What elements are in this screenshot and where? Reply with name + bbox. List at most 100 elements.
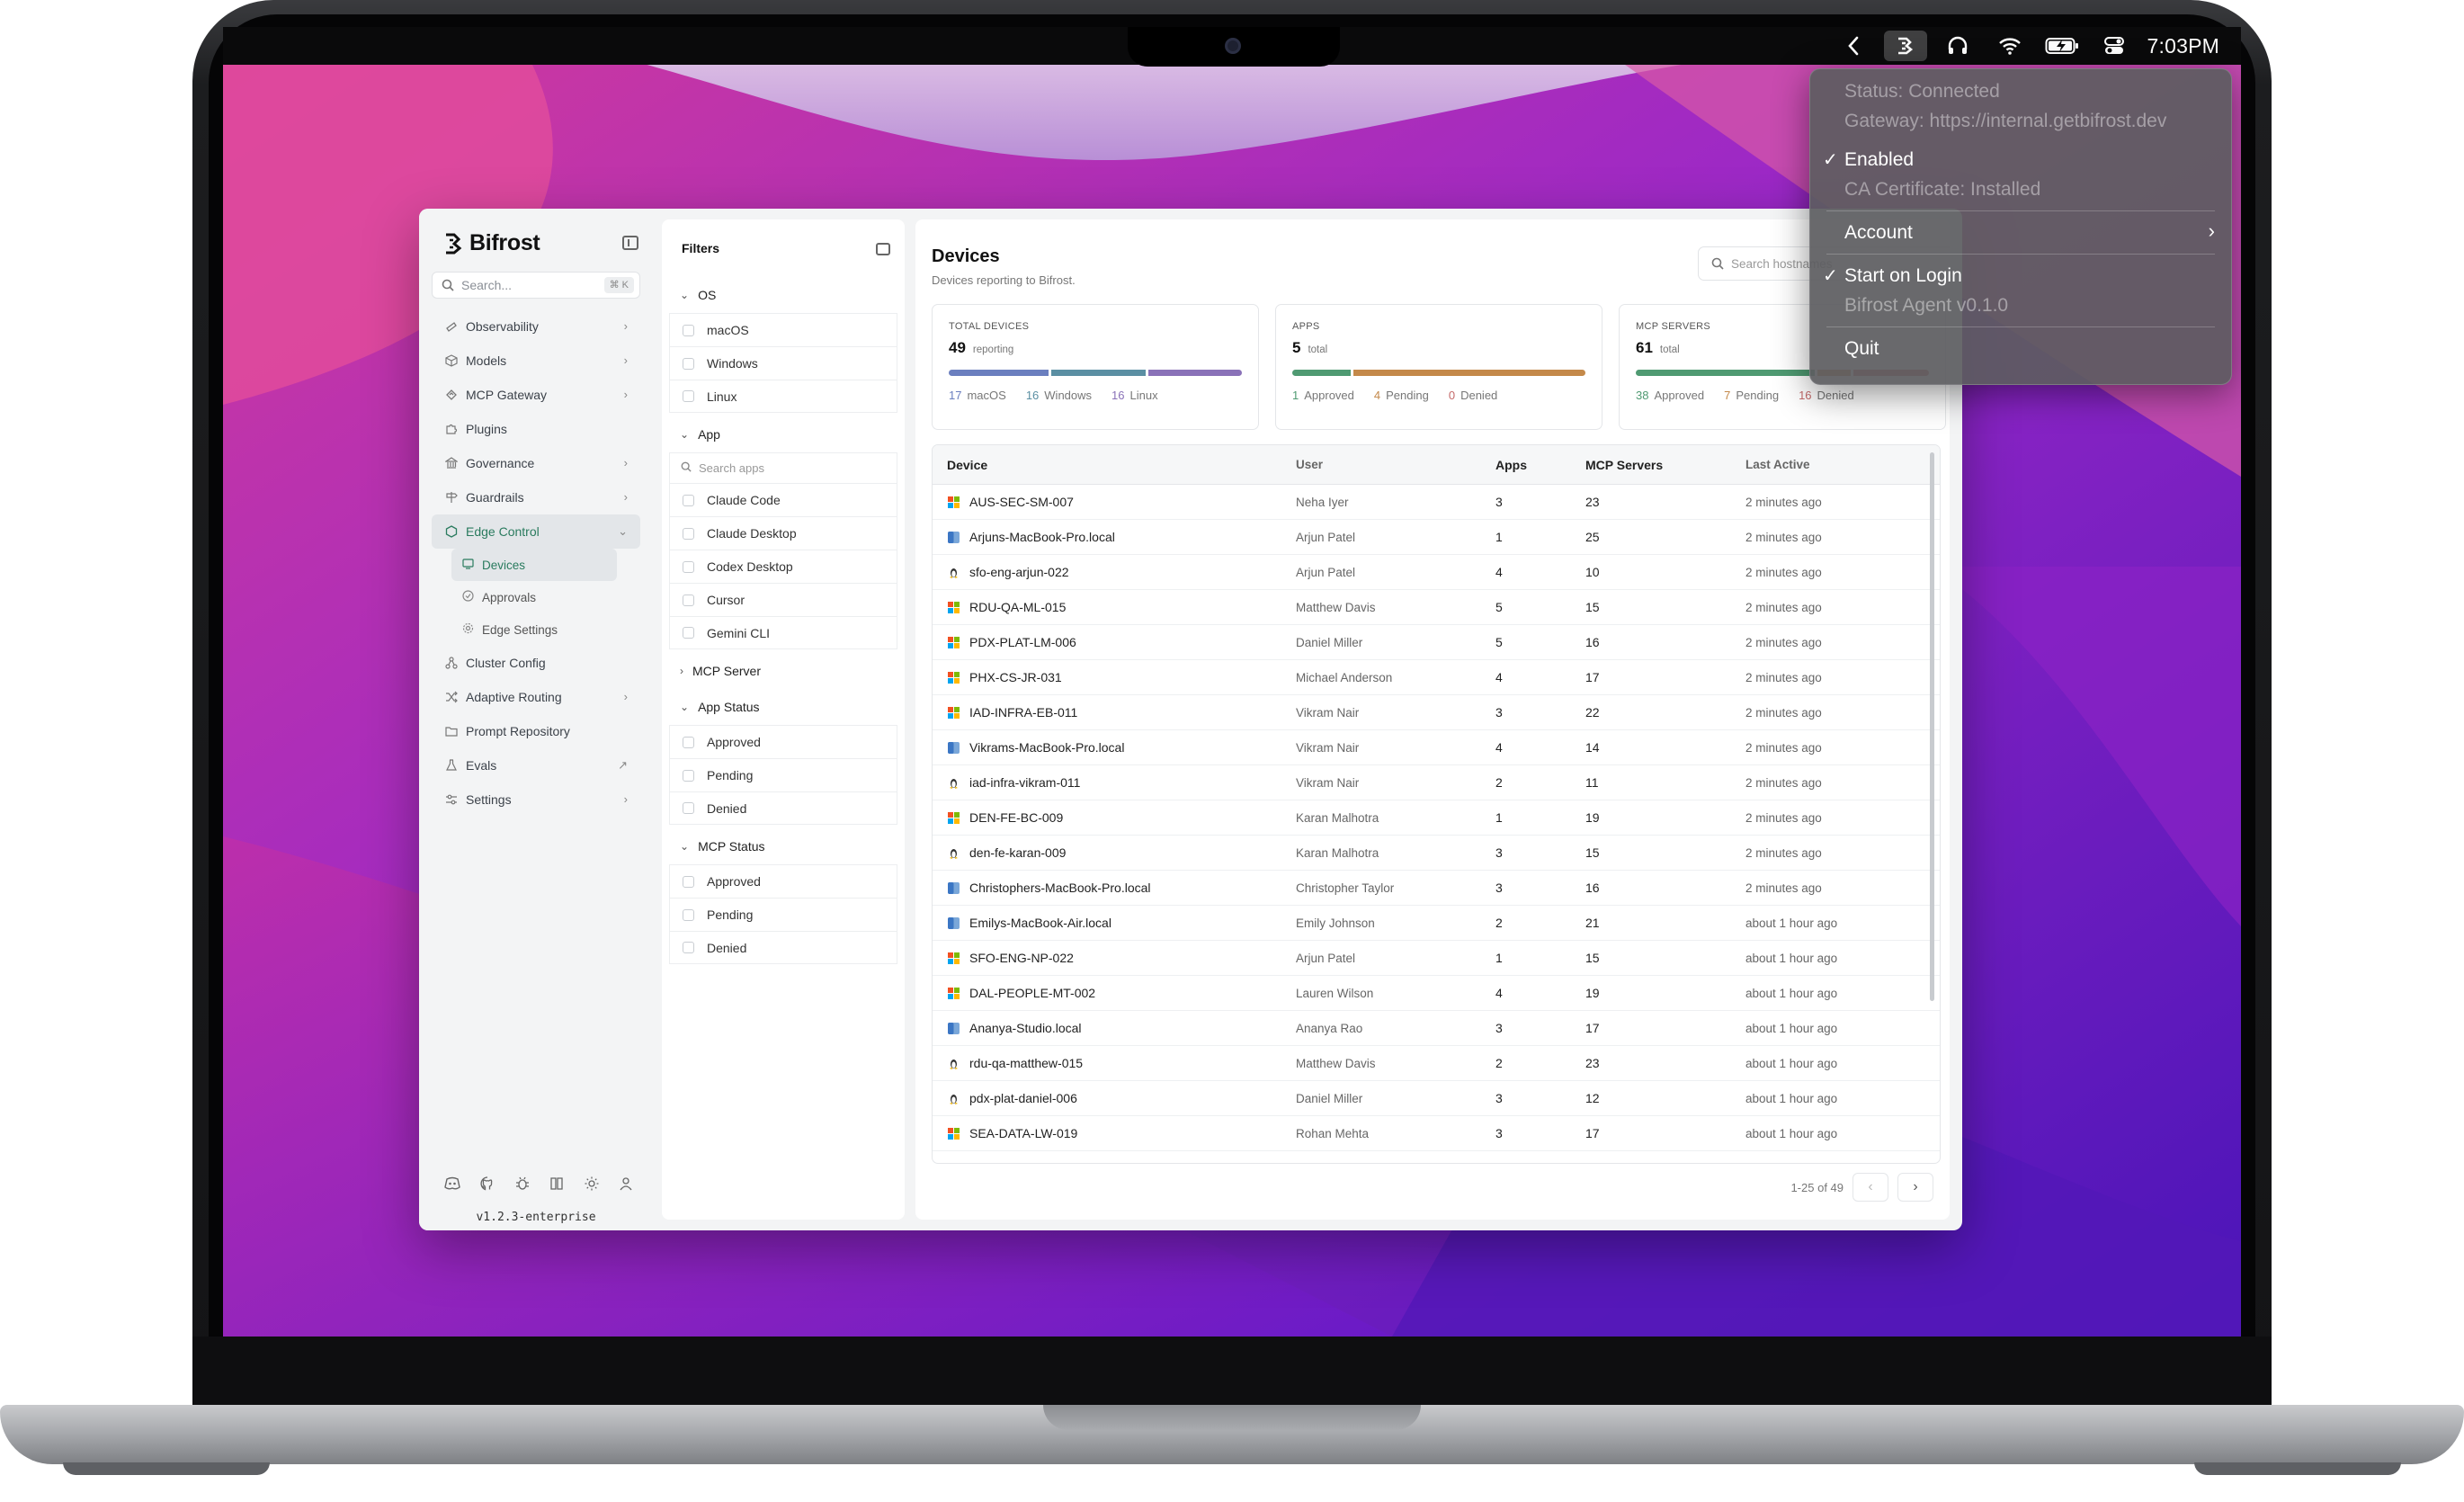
table-row[interactable]: Christophers-MacBook-Pro.local Christophe… — [933, 871, 1940, 906]
filter-group-mcp-server[interactable]: › MCP Server — [669, 653, 897, 689]
checkbox[interactable] — [683, 560, 694, 573]
checkbox[interactable] — [683, 802, 694, 814]
column-header-apps[interactable]: Apps — [1495, 458, 1585, 472]
device-name[interactable]: SEA-DATA-LW-019 — [969, 1126, 1077, 1140]
checkbox[interactable] — [683, 527, 694, 540]
table-row[interactable]: AUS-SEC-SM-007 Neha Iyer 3 23 2 minutes ago — [933, 485, 1940, 520]
sidebar-item-mcp-gateway[interactable]: MCP Gateway › — [432, 378, 640, 412]
checkbox[interactable] — [683, 627, 694, 639]
table-row[interactable]: PDX-PLAT-LM-006 Daniel Miller 5 16 2 minutes… — [933, 625, 1940, 660]
sidebar-item-observability[interactable]: Observability › — [432, 309, 640, 344]
sidebar-item-models[interactable]: Models › — [432, 344, 640, 378]
filter-option-approved[interactable]: Approved — [669, 864, 897, 898]
menu-enabled[interactable]: ✓ Enabled — [1810, 145, 2231, 174]
sidebar-search-input[interactable]: Search... ⌘ K — [432, 272, 640, 299]
brand[interactable]: Bifrost — [444, 230, 540, 256]
sidebar-subitem-approvals[interactable]: Approvals — [451, 581, 617, 613]
filters-collapse-icon[interactable] — [876, 243, 890, 255]
sidebar-item-adaptive-routing[interactable]: Adaptive Routing › — [432, 680, 640, 714]
device-name[interactable]: PDX-PLAT-LM-006 — [969, 635, 1076, 649]
bug-icon[interactable] — [515, 1176, 530, 1195]
device-name[interactable]: AUS-SEC-SM-007 — [969, 495, 1074, 509]
column-header-device[interactable]: Device — [933, 458, 1296, 472]
filter-option-denied[interactable]: Denied — [669, 931, 897, 964]
filter-option-pending[interactable]: Pending — [669, 758, 897, 791]
device-name[interactable]: den-fe-karan-009 — [969, 845, 1066, 860]
checkbox[interactable] — [683, 324, 694, 336]
filter-option-macos[interactable]: macOS — [669, 313, 897, 346]
table-row[interactable]: Ananya-Studio.local Ananya Rao 3 17 about 1 … — [933, 1011, 1940, 1046]
filter-option-linux[interactable]: Linux — [669, 380, 897, 413]
wifi-icon[interactable] — [1984, 27, 2036, 65]
table-row[interactable]: Arjuns-MacBook-Pro.local Arjun Patel 1 25 2 … — [933, 520, 1940, 555]
filter-option-denied[interactable]: Denied — [669, 791, 897, 825]
filter-option-claude-code[interactable]: Claude Code — [669, 483, 897, 516]
device-name[interactable]: DEN-FE-BC-009 — [969, 810, 1063, 825]
table-row[interactable]: RDU-QA-ML-015 Matthew Davis 5 15 2 minutes a… — [933, 590, 1940, 625]
table-row[interactable]: rdu-qa-matthew-015 Matthew Davis 2 23 about … — [933, 1046, 1940, 1081]
battery-charging-icon[interactable] — [2036, 27, 2088, 65]
sidebar-item-prompt-repository[interactable]: Prompt Repository — [432, 714, 640, 748]
filter-group-mcp-status[interactable]: ⌄ MCP Status — [669, 828, 897, 864]
table-row[interactable]: DEN-FE-BC-009 Karan Malhotra 1 19 2 minutes … — [933, 800, 1940, 836]
next-page-button[interactable]: › — [1897, 1173, 1933, 1202]
filter-option-codex-desktop[interactable]: Codex Desktop — [669, 550, 897, 583]
device-name[interactable]: iad-infra-vikram-011 — [969, 775, 1080, 790]
table-row[interactable]: Emilys-MacBook-Air.local Emily Johnson 2 21… — [933, 906, 1940, 941]
checkbox[interactable] — [683, 908, 694, 921]
filter-option-claude-desktop[interactable]: Claude Desktop — [669, 516, 897, 550]
table-row[interactable]: pdx-plat-daniel-006 Daniel Miller 3 12 about… — [933, 1081, 1940, 1116]
table-row[interactable]: SFO-ENG-NP-022 Arjun Patel 1 15 about 1 hour… — [933, 941, 1940, 976]
sidebar-item-governance[interactable]: Governance › — [432, 446, 640, 480]
checkbox[interactable] — [683, 594, 694, 606]
table-row[interactable]: Vikrams-MacBook-Pro.local Vikram Nair 4 14 2… — [933, 730, 1940, 765]
checkbox[interactable] — [683, 942, 694, 953]
sidebar-item-evals[interactable]: Evals ↗ — [432, 748, 640, 782]
book-icon[interactable] — [549, 1176, 564, 1195]
device-name[interactable]: DAL-PEOPLE-MT-002 — [969, 986, 1095, 1000]
device-name[interactable]: rdu-qa-matthew-015 — [969, 1056, 1083, 1070]
device-name[interactable]: PHX-CS-JR-031 — [969, 670, 1062, 684]
table-row[interactable]: iad-infra-vikram-011 Vikram Nair 2 11 2 minu… — [933, 765, 1940, 800]
menu-quit[interactable]: Quit — [1810, 334, 2231, 363]
sidebar-subitem-edge-settings[interactable]: Edge Settings — [451, 613, 617, 646]
menu-account[interactable]: Account › — [1810, 218, 2231, 247]
filter-option-windows[interactable]: Windows — [669, 346, 897, 380]
prev-page-button[interactable]: ‹ — [1852, 1173, 1888, 1202]
device-name[interactable]: Ananya-Studio.local — [969, 1021, 1082, 1035]
sun-icon[interactable] — [585, 1176, 599, 1195]
table-row[interactable]: sfo-eng-arjun-022 Arjun Patel 4 10 2 minutes… — [933, 555, 1940, 590]
filter-option-approved[interactable]: Approved — [669, 725, 897, 758]
table-row[interactable]: den-fe-karan-009 Karan Malhotra 3 15 2 minut… — [933, 836, 1940, 871]
device-name[interactable]: Vikrams-MacBook-Pro.local — [969, 740, 1124, 755]
table-scrollbar[interactable] — [1930, 452, 1934, 1001]
table-row[interactable]: PHX-CS-JR-031 Michael Anderson 4 17 2 minute… — [933, 660, 1940, 695]
device-name[interactable]: RDU-QA-ML-015 — [969, 600, 1066, 614]
github-icon[interactable] — [480, 1176, 495, 1195]
sidebar-subitem-devices[interactable]: Devices — [451, 549, 617, 581]
filter-option-cursor[interactable]: Cursor — [669, 583, 897, 616]
filter-group-app[interactable]: ⌄ App — [669, 416, 897, 452]
device-name[interactable]: SFO-ENG-NP-022 — [969, 951, 1074, 965]
control-center-icon[interactable] — [2088, 27, 2140, 65]
chevron-left-icon[interactable] — [1827, 27, 1879, 65]
device-name[interactable]: Emilys-MacBook-Air.local — [969, 916, 1111, 930]
sidebar-collapse-icon[interactable] — [622, 236, 638, 250]
sidebar-item-cluster-config[interactable]: Cluster Config — [432, 646, 640, 680]
user-icon[interactable] — [619, 1176, 633, 1195]
device-name[interactable]: sfo-eng-arjun-022 — [969, 565, 1069, 579]
table-row[interactable]: DAL-PEOPLE-MT-002 Lauren Wilson 4 19 about 1… — [933, 976, 1940, 1011]
checkbox[interactable] — [683, 875, 694, 888]
column-header-last-active[interactable]: Last Active — [1745, 458, 1810, 471]
checkbox[interactable] — [683, 390, 694, 402]
table-row[interactable]: IAD-INFRA-EB-011 Vikram Nair 3 22 2 minutes … — [933, 695, 1940, 730]
sidebar-item-settings[interactable]: Settings › — [432, 782, 640, 817]
filter-option-pending[interactable]: Pending — [669, 898, 897, 931]
filter-group-app-status[interactable]: ⌄ App Status — [669, 689, 897, 725]
menu-bar-clock[interactable]: 7:03PM — [2140, 34, 2232, 58]
bifrost-agent-icon[interactable] — [1883, 31, 1927, 61]
sidebar-item-guardrails[interactable]: Guardrails › — [432, 480, 640, 514]
filter-option-gemini-cli[interactable]: Gemini CLI — [669, 616, 897, 649]
discord-icon[interactable] — [444, 1176, 460, 1195]
device-name[interactable]: Christophers-MacBook-Pro.local — [969, 881, 1151, 895]
